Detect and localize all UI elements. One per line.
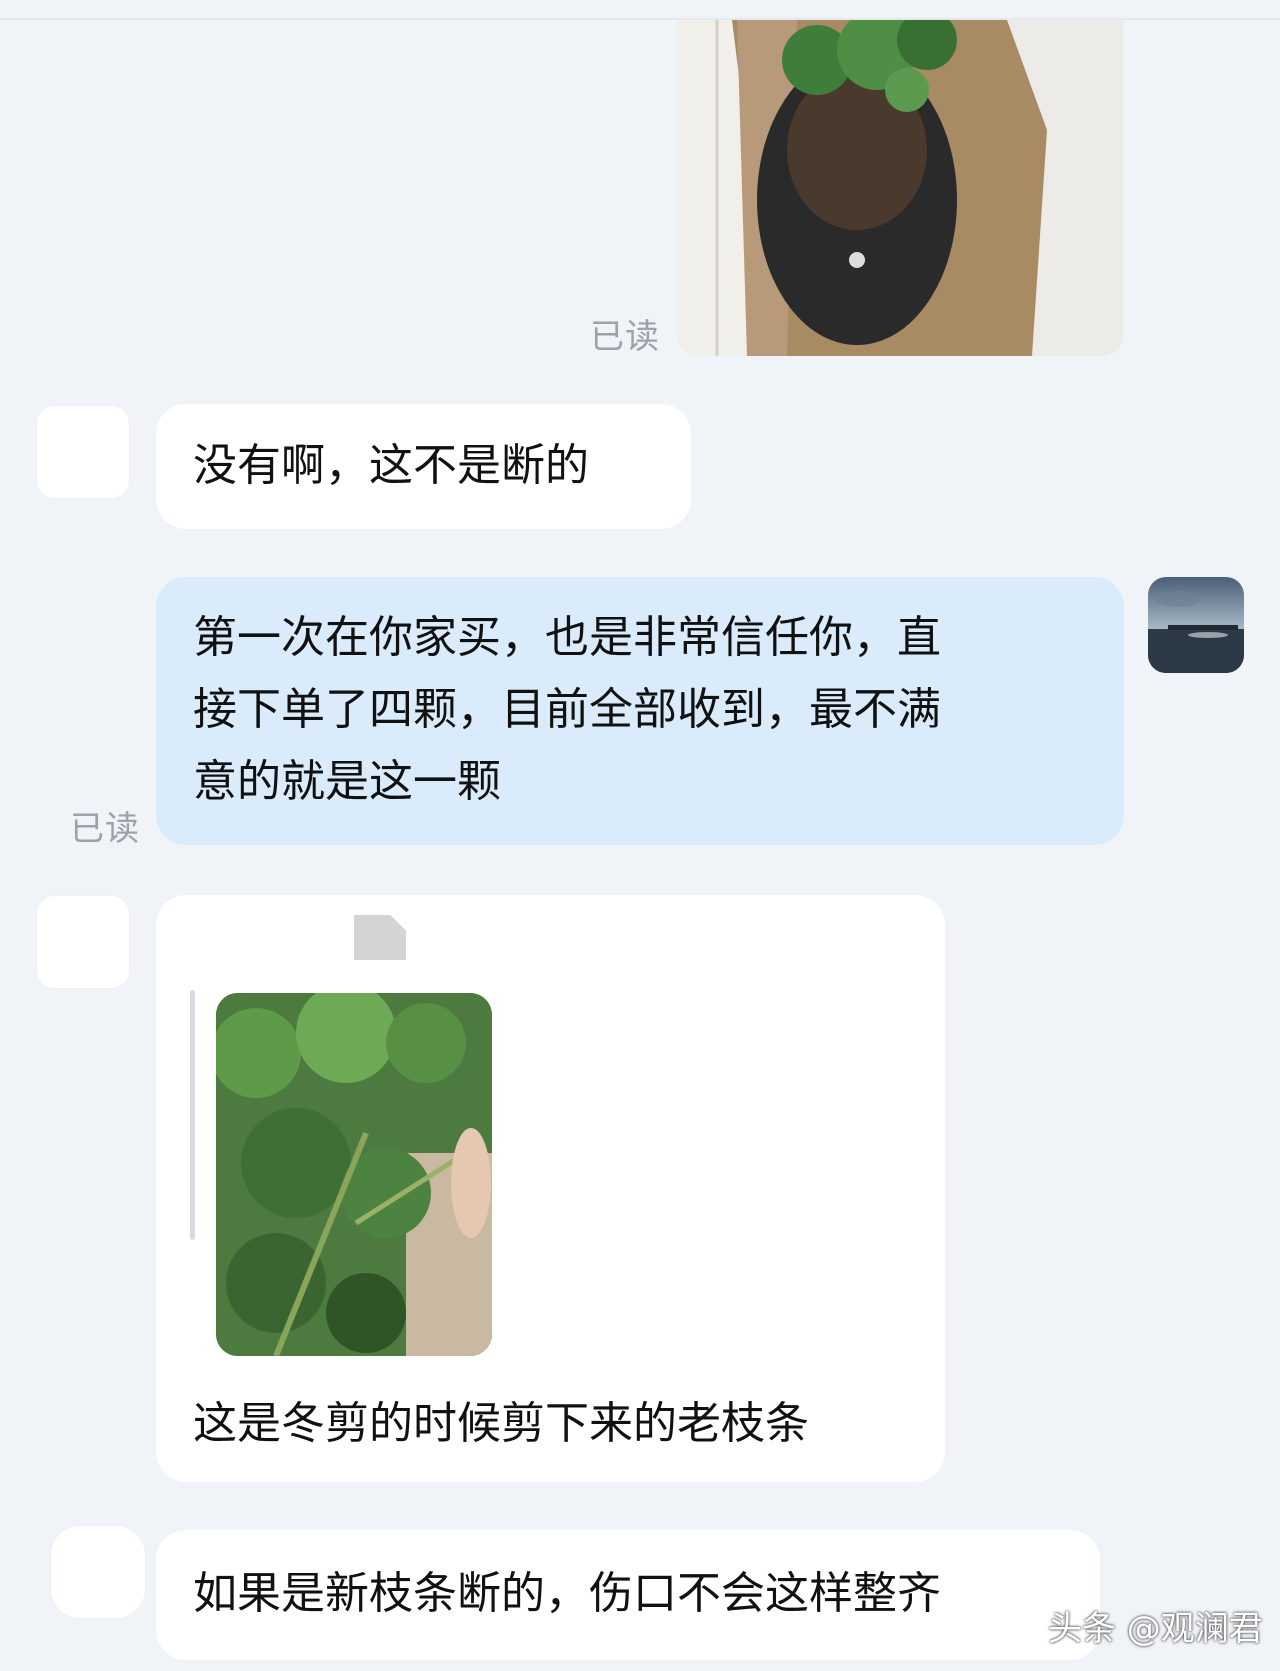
contact-avatar[interactable]: [36, 895, 130, 989]
contact-avatar[interactable]: [50, 1525, 146, 1619]
quoted-sender-name-redacted: [191, 917, 351, 957]
read-receipt: 已读: [70, 809, 140, 849]
message-text-line: 意的就是这一颗: [193, 756, 501, 807]
my-avatar[interactable]: [1148, 577, 1244, 673]
message-text: 如果是新枝条断的，伤口不会这样整齐: [193, 1568, 941, 1619]
lake-sunset-avatar-image: [1148, 577, 1244, 673]
incoming-message-bubble-with-quote[interactable]: 这是冬剪的时候剪下来的老枝条: [156, 895, 945, 1482]
contact-avatar[interactable]: [36, 405, 130, 499]
incoming-message-bubble[interactable]: 如果是新枝条断的，伤口不会这样整齐: [156, 1530, 1100, 1660]
incoming-message-bubble[interactable]: 没有啊，这不是断的: [156, 404, 691, 529]
quoted-photo-rose-branches[interactable]: [216, 993, 492, 1356]
file-tag-icon: [354, 915, 406, 960]
sent-photo-plant-pot[interactable]: [677, 20, 1123, 356]
photo-plant-pot-image: [677, 20, 1123, 356]
message-text: 这是冬剪的时候剪下来的老枝条: [193, 1398, 809, 1449]
rose-branches-image: [216, 993, 492, 1356]
outgoing-message-bubble[interactable]: 第一次在你家买，也是非常信任你，直 接下单了四颗，目前全部收到，最不满 意的就是…: [156, 577, 1124, 845]
message-text: 没有啊，这不是断的: [193, 440, 589, 491]
quote-bar: [190, 990, 195, 1240]
message-text-line: 第一次在你家买，也是非常信任你，直: [193, 612, 941, 663]
message-text-line: 接下单了四颗，目前全部收到，最不满: [193, 684, 941, 735]
watermark: 头条 @观澜君: [1048, 1609, 1263, 1649]
read-receipt: 已读: [590, 317, 660, 357]
